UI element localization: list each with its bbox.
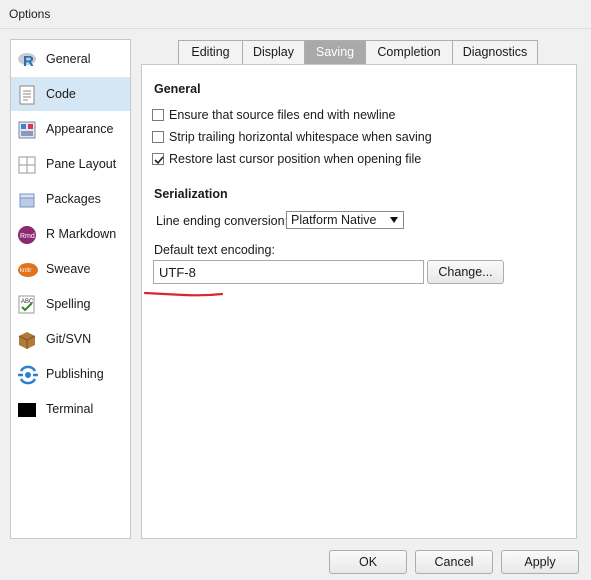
sidebar-item-general[interactable]: R General xyxy=(11,42,130,76)
sweave-icon: knitr xyxy=(17,260,38,280)
sidebar-item-label: Sweave xyxy=(46,262,91,276)
sidebar-item-label: Git/SVN xyxy=(46,332,92,346)
line-ending-value: Platform Native xyxy=(291,213,377,227)
strip-whitespace-checkbox[interactable] xyxy=(152,131,164,143)
sidebar-item-label: Pane Layout xyxy=(46,157,117,171)
sidebar-item-spelling[interactable]: ABC Spelling xyxy=(11,287,130,321)
sidebar-item-label: Spelling xyxy=(46,297,91,311)
pane-layout-icon xyxy=(17,155,37,175)
appearance-icon xyxy=(17,120,37,140)
sidebar-item-label: Terminal xyxy=(46,402,94,416)
code-page-icon xyxy=(17,85,37,105)
restore-cursor-checkbox[interactable] xyxy=(152,153,164,165)
options-sidebar: R General Code Appearance Pane Layout Pa… xyxy=(10,39,131,539)
r-logo-icon: R xyxy=(17,50,37,70)
rmarkdown-icon: Rmd xyxy=(17,225,37,245)
terminal-icon xyxy=(17,400,37,420)
svg-text:knitr: knitr xyxy=(20,268,31,274)
red-underline-annotation xyxy=(144,291,224,297)
tab-editing[interactable]: Editing xyxy=(178,40,243,64)
tab-completion[interactable]: Completion xyxy=(365,40,453,64)
sidebar-item-label: Packages xyxy=(46,192,101,206)
sidebar-item-git-svn[interactable]: Git/SVN xyxy=(11,322,130,356)
newline-checkbox[interactable] xyxy=(152,109,164,121)
sidebar-item-sweave[interactable]: knitr Sweave xyxy=(11,252,130,286)
ok-button[interactable]: OK xyxy=(329,550,407,574)
svg-text:R: R xyxy=(23,53,34,70)
encoding-label: Default text encoding: xyxy=(154,243,275,257)
sidebar-item-packages[interactable]: Packages xyxy=(11,182,130,216)
svg-text:Rmd: Rmd xyxy=(20,233,35,240)
line-ending-label: Line ending conversion: xyxy=(156,214,289,228)
saving-panel: General Ensure that source files end wit… xyxy=(141,64,577,539)
tab-saving[interactable]: Saving xyxy=(304,40,366,64)
strip-whitespace-label: Strip trailing horizontal whitespace whe… xyxy=(169,130,432,144)
serialization-heading: Serialization xyxy=(154,187,228,201)
window-title: Options xyxy=(9,7,51,21)
title-bar: Options xyxy=(0,0,591,29)
sidebar-item-r-markdown[interactable]: Rmd R Markdown xyxy=(11,217,130,251)
checkmark-icon xyxy=(154,156,164,165)
change-encoding-button[interactable]: Change... xyxy=(427,260,504,284)
tab-display[interactable]: Display xyxy=(242,40,305,64)
packages-icon xyxy=(17,190,37,210)
apply-button[interactable]: Apply xyxy=(501,550,579,574)
sidebar-item-publishing[interactable]: Publishing xyxy=(11,357,130,391)
publishing-icon xyxy=(17,365,38,385)
line-ending-select[interactable]: Platform Native xyxy=(286,211,404,229)
dropdown-arrow-icon xyxy=(390,217,398,223)
sidebar-item-pane-layout[interactable]: Pane Layout xyxy=(11,147,130,181)
sidebar-item-label: Appearance xyxy=(46,122,114,136)
sidebar-item-label: General xyxy=(46,52,91,66)
sidebar-item-label: R Markdown xyxy=(46,227,117,241)
general-heading: General xyxy=(154,82,201,96)
tab-diagnostics[interactable]: Diagnostics xyxy=(452,40,538,64)
encoding-input[interactable] xyxy=(154,261,423,283)
sidebar-item-label: Publishing xyxy=(46,367,104,381)
newline-label: Ensure that source files end with newlin… xyxy=(169,108,396,122)
encoding-field[interactable] xyxy=(153,260,424,284)
cancel-button[interactable]: Cancel xyxy=(415,550,493,574)
sidebar-item-appearance[interactable]: Appearance xyxy=(11,112,130,146)
sidebar-item-label: Code xyxy=(46,87,76,101)
git-svn-icon xyxy=(17,330,37,350)
restore-cursor-label: Restore last cursor position when openin… xyxy=(169,152,422,166)
sidebar-item-code[interactable]: Code xyxy=(11,77,130,111)
sidebar-item-terminal[interactable]: Terminal xyxy=(11,392,130,426)
spelling-icon: ABC xyxy=(17,295,37,315)
